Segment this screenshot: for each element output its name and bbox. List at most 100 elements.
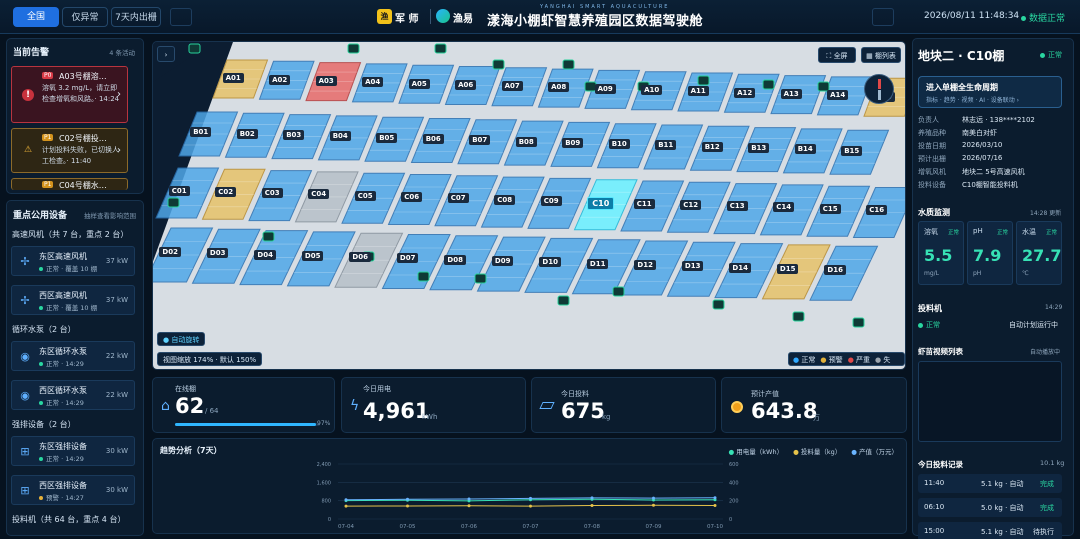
greenhouse-label[interactable]: B15 bbox=[841, 145, 863, 156]
camera-icon[interactable] bbox=[167, 197, 180, 208]
greenhouse-label[interactable]: C13 bbox=[726, 201, 748, 212]
greenhouse-label[interactable]: A09 bbox=[594, 83, 616, 94]
camera-icon[interactable] bbox=[474, 273, 487, 284]
greenhouse-label[interactable]: D04 bbox=[254, 249, 276, 260]
wq-card-ph[interactable]: pH 正常 7.9 pH bbox=[967, 221, 1013, 285]
greenhouse-label[interactable]: C16 bbox=[866, 205, 888, 215]
alert-item[interactable]: P1 C04号棚水… bbox=[11, 178, 128, 190]
tab-abnormal-only[interactable]: 仅异常 bbox=[62, 7, 108, 27]
greenhouse-label[interactable]: B10 bbox=[608, 139, 630, 150]
greenhouse-label[interactable]: B09 bbox=[562, 137, 584, 148]
greenhouse-label[interactable]: D07 bbox=[396, 253, 419, 264]
camera-icon[interactable] bbox=[697, 75, 710, 86]
compass-icon[interactable] bbox=[864, 74, 894, 104]
greenhouse-label[interactable]: C01 bbox=[168, 185, 190, 196]
greenhouse-label[interactable]: C14 bbox=[773, 202, 795, 213]
greenhouse-label[interactable]: C12 bbox=[680, 199, 702, 210]
water-quality-time: 14:28 更新 bbox=[1030, 210, 1062, 217]
camera-icon[interactable] bbox=[434, 43, 447, 54]
camera-icon[interactable] bbox=[347, 43, 360, 54]
greenhouse-label[interactable]: C15 bbox=[819, 203, 841, 214]
greenhouse-label[interactable]: A07 bbox=[501, 81, 523, 92]
shed-list-button[interactable]: ▦ 棚列表 bbox=[861, 47, 901, 63]
greenhouse-label[interactable]: D13 bbox=[681, 261, 704, 272]
greenhouse-label[interactable]: C03 bbox=[261, 188, 283, 199]
greenhouse-label[interactable]: A12 bbox=[734, 87, 756, 98]
camera-icon[interactable] bbox=[188, 43, 201, 54]
greenhouse-label[interactable]: A01 bbox=[222, 73, 244, 84]
greenhouse-label[interactable]: D09 bbox=[491, 256, 514, 266]
greenhouse-label[interactable]: A05 bbox=[408, 78, 430, 89]
greenhouse-label[interactable]: D15 bbox=[776, 263, 799, 274]
greenhouse-label[interactable]: B04 bbox=[329, 131, 351, 142]
greenhouse-label[interactable]: C02 bbox=[215, 186, 237, 197]
greenhouse-label[interactable]: A08 bbox=[548, 82, 570, 93]
greenhouse-label[interactable]: C08 bbox=[494, 194, 516, 205]
greenhouse-label[interactable]: C09 bbox=[540, 195, 562, 206]
camera-icon[interactable] bbox=[852, 317, 865, 328]
camera-icon[interactable] bbox=[417, 271, 430, 282]
greenhouse-label[interactable]: B12 bbox=[701, 141, 723, 152]
equipment-item[interactable]: ✢ 西区高速风机 正常 · 覆盖 10 棚 37 kW bbox=[11, 285, 135, 315]
greenhouse-label[interactable]: D06 bbox=[349, 252, 371, 263]
equipment-item[interactable]: ◉ 西区循环水泵 正常 · 14:29 22 kW bbox=[11, 380, 135, 410]
greenhouse-label[interactable]: B07 bbox=[469, 135, 491, 146]
greenhouse-label[interactable]: D03 bbox=[206, 248, 229, 259]
tab-all[interactable]: 全国 bbox=[13, 7, 59, 27]
video-player[interactable] bbox=[918, 361, 1062, 442]
camera-icon[interactable] bbox=[712, 299, 725, 310]
expand-panel-button[interactable]: › bbox=[157, 46, 175, 62]
greenhouse-label[interactable]: D12 bbox=[634, 259, 656, 270]
greenhouse-label[interactable]: C11 bbox=[633, 198, 655, 209]
camera-icon[interactable] bbox=[612, 286, 625, 297]
greenhouse-label[interactable]: B11 bbox=[655, 140, 677, 151]
wq-card-do[interactable]: 溶氧 正常 5.5 mg/L bbox=[918, 221, 964, 285]
tab-7-day-harvest[interactable]: 7天内出栅 bbox=[111, 7, 161, 27]
greenhouse-label[interactable]: C06 bbox=[401, 192, 423, 202]
greenhouse-label[interactable]: B03 bbox=[283, 130, 305, 140]
alert-item[interactable]: ⚠ P1 C02号棚投… 计划投料失败，已切换人工检查。· 11:40 › bbox=[11, 128, 128, 173]
greenhouse-label[interactable]: D02 bbox=[159, 246, 181, 257]
equipment-item[interactable]: ⊞ 西区强排设备 预警 · 14:27 30 kW bbox=[11, 475, 135, 505]
greenhouse-label[interactable]: B01 bbox=[190, 127, 212, 138]
lifecycle-button[interactable]: 进入单棚全生命周期 指标 · 趋势 · 视频 · AI · 设备联动 › bbox=[918, 76, 1062, 108]
greenhouse-label[interactable]: D10 bbox=[539, 257, 561, 268]
greenhouse-label[interactable]: C07 bbox=[447, 193, 469, 204]
greenhouse-label[interactable]: B05 bbox=[376, 132, 398, 143]
greenhouse-label[interactable]: B06 bbox=[422, 133, 444, 144]
greenhouse-label[interactable]: A06 bbox=[455, 79, 477, 90]
camera-icon[interactable] bbox=[792, 311, 805, 322]
greenhouse-label[interactable]: D16 bbox=[824, 265, 846, 276]
auto-rotate-toggle[interactable]: ● 自动旋转 bbox=[157, 332, 206, 346]
equipment-item[interactable]: ✢ 东区高速风机 正常 · 覆盖 10 棚 37 kW bbox=[11, 246, 135, 276]
greenhouse-label[interactable]: B13 bbox=[748, 143, 770, 153]
greenhouse-label[interactable]: D14 bbox=[729, 262, 751, 273]
greenhouse-label[interactable]: B02 bbox=[236, 128, 258, 139]
alert-item[interactable]: ! P0 A03号棚溶… 溶氧 3.2 mg/L，请立即检查增氧和风路。· 14… bbox=[11, 66, 128, 123]
greenhouse-label[interactable]: A10 bbox=[641, 85, 663, 95]
greenhouse-label[interactable]: D05 bbox=[301, 250, 324, 261]
wq-card-temp[interactable]: 水温 正常 27.7 ℃ bbox=[1016, 221, 1062, 285]
greenhouse-label[interactable]: B14 bbox=[794, 144, 816, 155]
camera-icon[interactable] bbox=[562, 59, 575, 70]
greenhouse-label[interactable]: B08 bbox=[515, 136, 537, 147]
greenhouse-label[interactable]: A13 bbox=[780, 88, 802, 99]
camera-icon[interactable] bbox=[557, 295, 570, 306]
greenhouse-label[interactable]: A04 bbox=[362, 77, 384, 88]
camera-icon[interactable] bbox=[262, 231, 275, 242]
greenhouse-label[interactable]: A02 bbox=[269, 74, 291, 85]
park-map-3d[interactable]: A01 A02 A03 A04 A05 A06 A07 A08 A09 A10 A11 A12 A13 A… bbox=[152, 41, 906, 370]
fullscreen-button[interactable]: ⛶ 全屏 bbox=[818, 47, 856, 63]
greenhouse-label[interactable]: C10 bbox=[587, 197, 615, 211]
greenhouse-label[interactable]: A14 bbox=[827, 90, 849, 101]
greenhouse-label[interactable]: A11 bbox=[687, 86, 709, 97]
greenhouse-label[interactable]: C04 bbox=[308, 189, 330, 200]
greenhouse-label[interactable]: D08 bbox=[444, 254, 466, 265]
greenhouse-label[interactable]: C05 bbox=[354, 190, 376, 201]
greenhouse-label[interactable]: D11 bbox=[586, 258, 609, 269]
camera-icon[interactable] bbox=[762, 79, 775, 90]
equipment-item[interactable]: ⊞ 东区强排设备 正常 · 14:29 30 kW bbox=[11, 436, 135, 466]
equipment-item[interactable]: ◉ 东区循环水泵 正常 · 14:29 22 kW bbox=[11, 341, 135, 371]
greenhouse-label[interactable]: A03 bbox=[315, 75, 337, 86]
camera-icon[interactable] bbox=[492, 59, 505, 70]
